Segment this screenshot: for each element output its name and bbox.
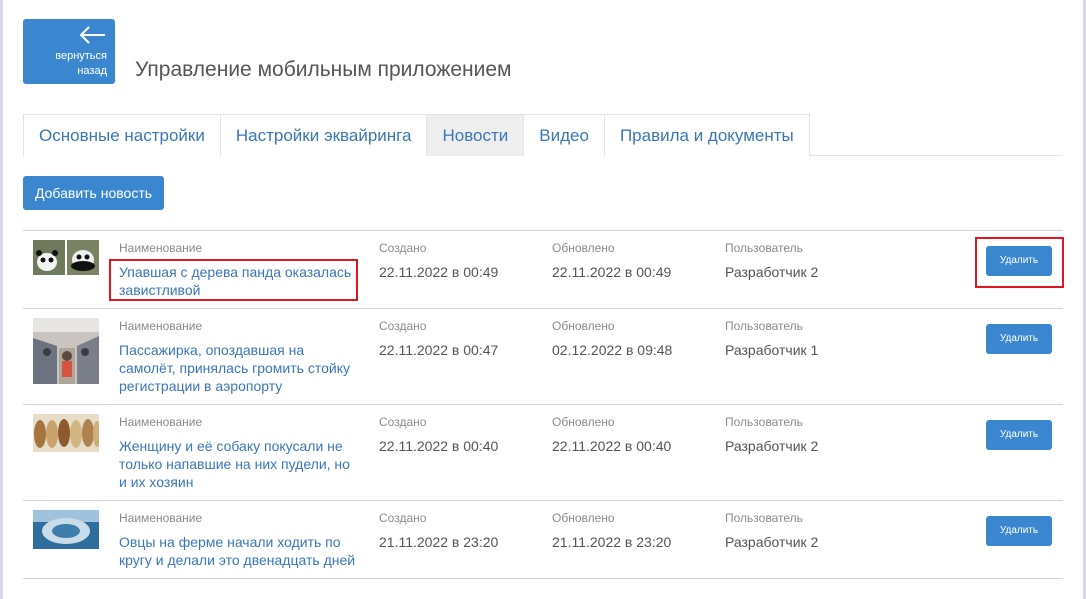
user-label: Пользователь	[725, 511, 803, 525]
news-row: Наименование Упавшая с дерева панда оказ…	[23, 231, 1063, 309]
tab-main-settings[interactable]: Основные настройки	[23, 114, 221, 156]
news-row: Наименование Овцы на ферме начали ходить…	[23, 501, 1063, 579]
news-row: Наименование Пассажирка, опоздавшая на с…	[23, 309, 1063, 405]
delete-button[interactable]: Удалить	[986, 516, 1052, 546]
poodles-photo	[33, 414, 99, 452]
updated-label: Обновлено	[552, 319, 615, 333]
arrow-left-icon	[79, 26, 105, 44]
user-value: Разработчик 1	[725, 342, 819, 358]
user-label: Пользователь	[725, 319, 803, 333]
user-value: Разработчик 2	[725, 264, 819, 280]
name-label: Наименование	[119, 319, 203, 333]
tab-news[interactable]: Новости	[427, 114, 525, 156]
updated-label: Обновлено	[552, 241, 615, 255]
back-button-label: вернуться назад	[55, 50, 107, 77]
back-button[interactable]: вернуться назад	[23, 19, 115, 84]
updated-label: Обновлено	[552, 415, 615, 429]
updated-value: 22.11.2022 в 00:49	[552, 264, 672, 280]
tab-video[interactable]: Видео	[524, 114, 605, 156]
tab-rules-documents[interactable]: Правила и документы	[604, 114, 810, 156]
name-label: Наименование	[119, 241, 203, 255]
user-value: Разработчик 2	[725, 438, 819, 454]
created-value: 22.11.2022 в 00:40	[379, 438, 499, 454]
user-label: Пользователь	[725, 415, 803, 429]
created-value: 22.11.2022 в 00:49	[379, 264, 499, 280]
name-label: Наименование	[119, 511, 203, 525]
add-news-button[interactable]: Добавить новость	[23, 176, 164, 210]
tab-bar: Основные настройки Настройки эквайринга …	[23, 114, 1063, 156]
created-label: Создано	[379, 511, 427, 525]
news-list: Наименование Упавшая с дерева панда оказ…	[23, 230, 1063, 579]
created-label: Создано	[379, 319, 427, 333]
updated-value: 21.11.2022 в 23:20	[552, 534, 672, 550]
updated-value: 22.11.2022 в 00:40	[552, 438, 672, 454]
news-title[interactable]: Овцы на ферме начали ходить по кругу и д…	[119, 533, 359, 569]
created-value: 21.11.2022 в 23:20	[379, 534, 499, 550]
tab-acquiring-settings[interactable]: Настройки эквайринга	[220, 114, 428, 156]
name-label: Наименование	[119, 415, 203, 429]
sheep-circle-photo	[33, 510, 99, 549]
delete-button[interactable]: Удалить	[986, 420, 1052, 450]
created-value: 22.11.2022 в 00:47	[379, 342, 499, 358]
news-row: Наименование Женщину и её собаку покусал…	[23, 405, 1063, 501]
panda-photo	[33, 240, 99, 275]
delete-button[interactable]: Удалить	[986, 324, 1052, 354]
news-title[interactable]: Упавшая с дерева панда оказалась завистл…	[119, 263, 359, 299]
news-title[interactable]: Пассажирка, опоздавшая на самолёт, приня…	[119, 341, 359, 395]
updated-value: 02.12.2022 в 09:48	[552, 342, 673, 358]
created-label: Создано	[379, 241, 427, 255]
airplane-cabin-photo	[33, 318, 99, 384]
delete-button[interactable]: Удалить	[986, 246, 1052, 276]
user-label: Пользователь	[725, 241, 803, 255]
page-title: Управление мобильным приложением	[135, 58, 512, 81]
created-label: Создано	[379, 415, 427, 429]
news-title[interactable]: Женщину и её собаку покусали не только н…	[119, 437, 359, 491]
updated-label: Обновлено	[552, 511, 615, 525]
user-value: Разработчик 2	[725, 534, 819, 550]
